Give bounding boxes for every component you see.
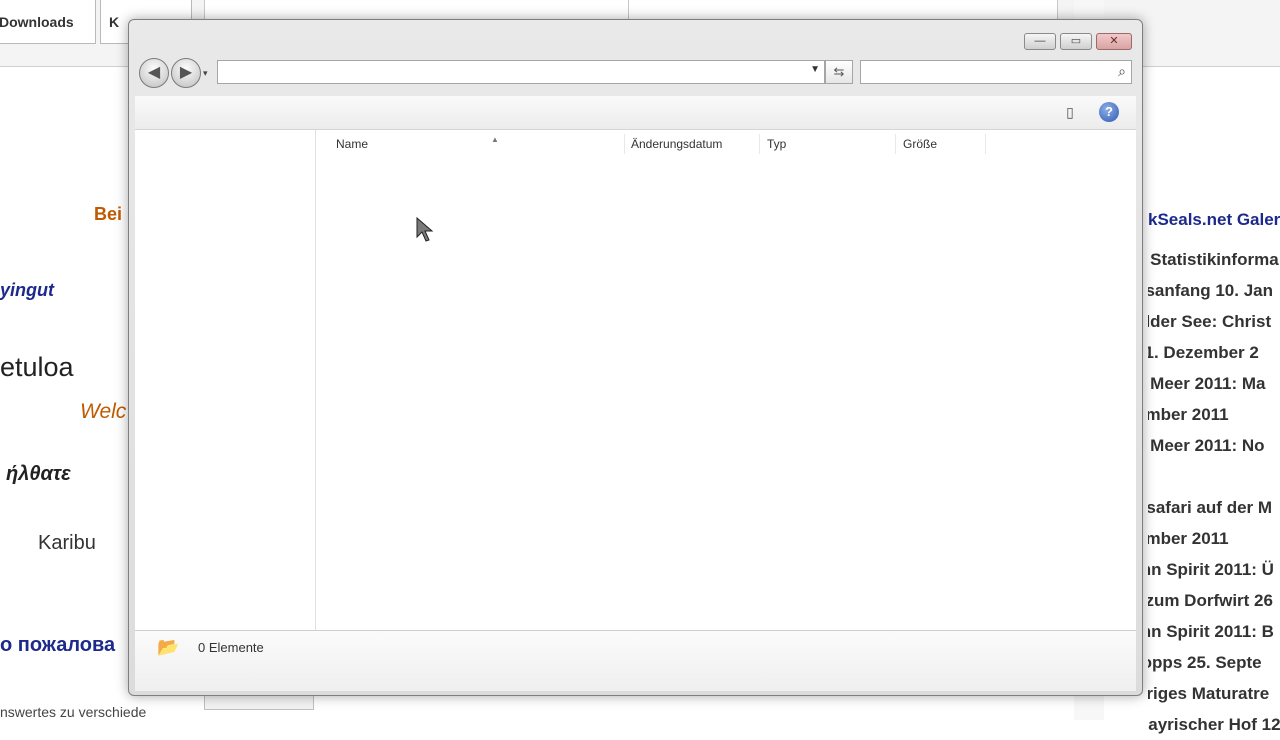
background-panel (628, 0, 1058, 21)
news-line[interactable]: s Meer 2011: Ma (1148, 368, 1280, 399)
address-bar[interactable]: ▼ (217, 60, 825, 84)
column-header-size[interactable]: Größe (903, 130, 937, 158)
background-news-list: kSeals.net Galer e Statistikinforma esan… (1148, 210, 1280, 740)
column-header-date[interactable]: Änderungsdatum (631, 130, 722, 158)
column-separator[interactable] (624, 134, 625, 154)
column-header-label: Typ (767, 137, 787, 151)
minimize-button[interactable]: — (1024, 33, 1056, 50)
news-line[interactable]: esanfang 10. Jan (1148, 275, 1280, 306)
item-count: 0 Elemente (198, 640, 264, 655)
status-bar: 📂 0 Elemente (135, 630, 1136, 691)
folder-icon: 📂 (157, 637, 180, 657)
back-button[interactable]: ◀ (139, 58, 169, 88)
back-arrow-icon: ◀ (147, 64, 161, 81)
news-line[interactable]: 11. Dezember 2 (1148, 337, 1280, 368)
column-header-label: Name (336, 137, 369, 151)
navigation-bar: ◀ ▶ ▾ ▼ ⇆ ⌕ (129, 56, 1142, 88)
column-header-label: Änderungsdatum (631, 137, 723, 151)
background-word: etuloa (0, 352, 74, 382)
search-input[interactable]: ⌕ (860, 60, 1132, 84)
background-word: nswertes zu verschiede (0, 704, 147, 720)
recent-pages-chevron-icon[interactable]: ▾ (203, 68, 208, 79)
help-icon[interactable]: ? (1099, 102, 1119, 122)
background-tab-downloads[interactable]: Downloads (0, 0, 96, 44)
column-header-name[interactable]: Name ▲ (336, 130, 499, 158)
title-bar[interactable]: — ▭ ✕ (129, 20, 1142, 50)
news-line[interactable]: topps 25. Septe (1148, 647, 1280, 678)
background-word: о пожалова (0, 634, 116, 656)
news-line[interactable]: hsafari auf der M (1148, 492, 1280, 523)
column-separator[interactable] (759, 134, 760, 154)
sort-arrow-icon: ▲ (491, 135, 499, 144)
column-separator[interactable] (895, 134, 896, 154)
news-line[interactable]: l zum Dorfwirt 26 (1148, 585, 1280, 616)
refresh-button[interactable]: ⇆ (825, 60, 853, 84)
explorer-window: — ▭ ✕ ◀ ▶ ▾ ▼ ⇆ ⌕ ▯ ? Name ▲ Änderungsda… (128, 19, 1143, 696)
background-tab-label: Downloads (0, 13, 74, 30)
news-line[interactable]: s Meer 2011: No (1148, 430, 1280, 461)
maximize-button[interactable]: ▭ (1060, 33, 1092, 50)
background-word: ήλθατε (6, 463, 71, 485)
command-toolbar: ▯ ? (135, 96, 1136, 130)
mouse-cursor-icon (416, 217, 434, 242)
news-line[interactable]: mn Spirit 2011: B (1148, 616, 1280, 647)
background-word: yingut (0, 280, 54, 300)
refresh-icon: ⇆ (833, 64, 845, 79)
background-tab-label: K (109, 13, 120, 30)
background-word: Welc (80, 400, 127, 423)
news-line[interactable]: elder See: Christ (1148, 306, 1280, 337)
news-line[interactable]: e Statistikinforma (1148, 244, 1280, 275)
column-header-label: Größe (903, 137, 938, 151)
news-line[interactable]: ember 2011 (1148, 399, 1280, 430)
column-header-type[interactable]: Typ (767, 130, 786, 158)
preview-pane-icon[interactable]: ▯ (1061, 103, 1079, 121)
news-line[interactable]: hriges Maturatre (1148, 678, 1280, 709)
forward-button[interactable]: ▶ (171, 58, 201, 88)
file-list-pane[interactable]: Name ▲ Änderungsdatum Typ Größe (316, 130, 1136, 630)
news-line (1148, 461, 1280, 492)
search-icon[interactable]: ⌕ (1118, 63, 1126, 80)
background-word: Karibu (38, 532, 96, 554)
navigation-pane[interactable] (135, 130, 316, 630)
column-separator[interactable] (985, 134, 986, 154)
background-panel (204, 0, 630, 21)
forward-arrow-icon: ▶ (179, 64, 193, 81)
news-line[interactable]: ember 2011 (1148, 523, 1280, 554)
chevron-down-icon[interactable]: ▼ (810, 64, 820, 75)
news-line[interactable]: Bayrischer Hof 12. Se (1148, 709, 1280, 740)
news-title[interactable]: kSeals.net Galer (1148, 210, 1280, 230)
news-line[interactable]: mn Spirit 2011: Ü (1148, 554, 1280, 585)
close-button[interactable]: ✕ (1096, 33, 1132, 50)
background-word: Bei (94, 204, 123, 224)
